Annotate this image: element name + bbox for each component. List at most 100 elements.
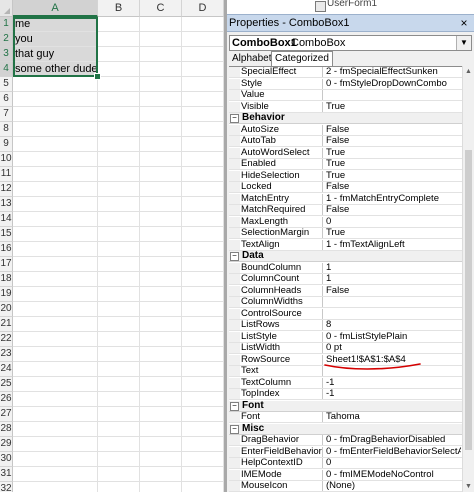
cell-b22[interactable] [98,332,140,347]
row-header[interactable]: 31 [0,467,13,482]
property-row[interactable]: Style 0 - fmStyleDropDownCombo [229,78,462,90]
cell-c24[interactable] [140,362,182,377]
property-row[interactable]: ListStyle 0 - fmListStylePlain [229,331,462,343]
row-header[interactable]: 4 [0,62,13,77]
cell-b10[interactable] [98,152,140,167]
row-header[interactable]: 2 [0,32,13,47]
cell-c32[interactable] [140,482,182,492]
cell-b7[interactable] [98,107,140,122]
property-value[interactable]: -1 [326,378,461,388]
row-header[interactable]: 32 [0,482,13,492]
property-value[interactable] [326,297,461,307]
cell-b17[interactable] [98,257,140,272]
row-header[interactable]: 20 [0,302,13,317]
chevron-down-icon[interactable]: ▼ [456,36,471,50]
property-row[interactable]: IMEMode 0 - fmIMEModeNoControl [229,469,462,481]
cell-d21[interactable] [182,317,224,332]
property-value[interactable] [326,366,461,376]
row-header[interactable]: 3 [0,47,13,62]
cell-d32[interactable] [182,482,224,492]
cell-d7[interactable] [182,107,224,122]
cell-b11[interactable] [98,167,140,182]
property-row[interactable]: RowSource Sheet1!$A$1:$A$4 [229,354,462,366]
scroll-down-icon[interactable]: ▼ [464,482,473,491]
cell-d30[interactable] [182,452,224,467]
property-row[interactable]: EnterFieldBehavior 0 - fmEnterFieldBehavi… [229,446,462,458]
property-row[interactable]: MaxLength 0 [229,216,462,228]
property-value[interactable]: 0 - fmStyleDropDownCombo [326,79,461,89]
cell-b30[interactable] [98,452,140,467]
column-header-d[interactable]: D [182,0,224,17]
cell-a12[interactable] [13,182,98,197]
cell-b29[interactable] [98,437,140,452]
category-misc[interactable]: − Misc [229,423,462,435]
cell-a30[interactable] [13,452,98,467]
property-row[interactable]: HideSelection True [229,170,462,182]
property-value[interactable]: False [326,136,461,146]
property-value[interactable] [326,309,461,319]
cell-a3[interactable]: that guy [13,47,98,62]
cell-a21[interactable] [13,317,98,332]
property-value[interactable]: 1 [326,263,461,273]
cell-a26[interactable] [13,392,98,407]
row-header[interactable]: 12 [0,182,13,197]
cell-a23[interactable] [13,347,98,362]
property-value[interactable]: False [326,286,461,296]
row-header[interactable]: 13 [0,197,13,212]
cell-d22[interactable] [182,332,224,347]
property-row[interactable]: SpecialEffect 2 - fmSpecialEffectSunken [229,67,462,78]
row-header[interactable]: 27 [0,407,13,422]
property-value[interactable]: 1 - fmTextAlignLeft [326,240,461,250]
cell-a1[interactable]: me [13,17,98,32]
cell-c2[interactable] [140,32,182,47]
cell-b14[interactable] [98,212,140,227]
column-header-c[interactable]: C [140,0,182,17]
property-value[interactable]: 1 [326,274,461,284]
scroll-thumb[interactable] [465,150,472,450]
cell-a10[interactable] [13,152,98,167]
property-value[interactable]: True [326,159,461,169]
cell-b15[interactable] [98,227,140,242]
cell-b25[interactable] [98,377,140,392]
cell-d24[interactable] [182,362,224,377]
cell-c1[interactable] [140,17,182,32]
cell-a7[interactable] [13,107,98,122]
cell-c6[interactable] [140,92,182,107]
cell-d3[interactable] [182,47,224,62]
row-header[interactable]: 25 [0,377,13,392]
cell-a32[interactable] [13,482,98,492]
cell-c27[interactable] [140,407,182,422]
column-header-b[interactable]: B [98,0,140,17]
property-value[interactable]: 0 - fmEnterFieldBehaviorSelectAll [326,447,461,457]
property-row[interactable]: BoundColumn 1 [229,262,462,274]
cell-a18[interactable] [13,272,98,287]
cell-c4[interactable] [140,62,182,77]
cell-c29[interactable] [140,437,182,452]
property-row[interactable]: DragBehavior 0 - fmDragBehaviorDisabled [229,435,462,446]
row-header[interactable]: 26 [0,392,13,407]
row-header[interactable]: 17 [0,257,13,272]
cell-b26[interactable] [98,392,140,407]
property-row[interactable]: ListWidth 0 pt [229,343,462,354]
cell-d11[interactable] [182,167,224,182]
cell-a28[interactable] [13,422,98,437]
cell-d2[interactable] [182,32,224,47]
column-header-a[interactable]: A [13,0,98,17]
cell-c21[interactable] [140,317,182,332]
row-header[interactable]: 9 [0,137,13,152]
property-row[interactable]: Enabled True [229,159,462,170]
cell-b6[interactable] [98,92,140,107]
property-value[interactable]: 0 - fmDragBehaviorDisabled [326,435,461,445]
cell-c17[interactable] [140,257,182,272]
property-value[interactable]: 0 - fmIMEModeNoControl [326,470,461,480]
cell-d17[interactable] [182,257,224,272]
cell-b18[interactable] [98,272,140,287]
cell-c23[interactable] [140,347,182,362]
property-value[interactable]: 0 - fmListStylePlain [326,332,461,342]
property-value[interactable]: Tahoma [326,412,461,422]
cell-b4[interactable] [98,62,140,77]
cell-d31[interactable] [182,467,224,482]
cell-a27[interactable] [13,407,98,422]
cell-c10[interactable] [140,152,182,167]
cell-d5[interactable] [182,77,224,92]
